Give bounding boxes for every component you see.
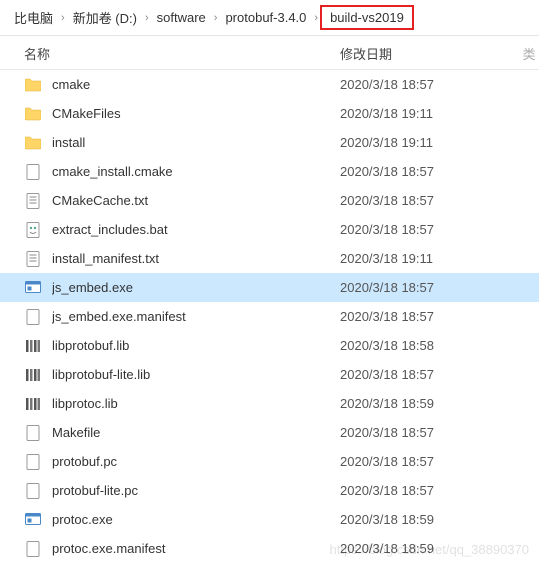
bat-icon (24, 221, 42, 239)
folder-icon (24, 134, 42, 152)
file-name: CMakeCache.txt (52, 193, 340, 208)
file-row[interactable]: js_embed.exe.manifest2020/3/18 18:57 (0, 302, 539, 331)
column-type[interactable]: 类 (519, 44, 539, 63)
file-icon (24, 453, 42, 471)
file-row[interactable]: protoc.exe2020/3/18 18:59 (0, 505, 539, 534)
file-date: 2020/3/18 18:57 (340, 483, 539, 498)
file-name: cmake_install.cmake (52, 164, 340, 179)
file-row[interactable]: install2020/3/18 19:11 (0, 128, 539, 157)
file-date: 2020/3/18 19:11 (340, 251, 539, 266)
folder-icon (24, 76, 42, 94)
breadcrumb-item[interactable]: build-vs2019 (320, 5, 414, 30)
folder-icon (24, 105, 42, 123)
file-row[interactable]: protoc.exe.manifest2020/3/18 18:59 (0, 534, 539, 563)
file-row[interactable]: install_manifest.txt2020/3/18 19:11 (0, 244, 539, 273)
file-name: js_embed.exe (52, 280, 340, 295)
file-name: Makefile (52, 425, 340, 440)
chevron-right-icon: › (59, 12, 67, 24)
column-headers: 名称 修改日期 类 (0, 36, 539, 70)
breadcrumb-item[interactable]: 新加卷 (D:) (67, 6, 143, 29)
file-date: 2020/3/18 18:57 (340, 164, 539, 179)
file-icon (24, 424, 42, 442)
file-row[interactable]: protobuf-lite.pc2020/3/18 18:57 (0, 476, 539, 505)
txt-icon (24, 192, 42, 210)
file-name: install (52, 135, 340, 150)
file-icon (24, 540, 42, 558)
file-name: protoc.exe (52, 512, 340, 527)
file-row[interactable]: Makefile2020/3/18 18:57 (0, 418, 539, 447)
file-row[interactable]: js_embed.exe2020/3/18 18:57 (0, 273, 539, 302)
file-row[interactable]: CMakeFiles2020/3/18 19:11 (0, 99, 539, 128)
chevron-right-icon: › (143, 12, 151, 24)
file-row[interactable]: libprotobuf.lib2020/3/18 18:58 (0, 331, 539, 360)
file-row[interactable]: cmake2020/3/18 18:57 (0, 70, 539, 99)
file-row[interactable]: extract_includes.bat2020/3/18 18:57 (0, 215, 539, 244)
file-name: CMakeFiles (52, 106, 340, 121)
file-icon (24, 163, 42, 181)
chevron-right-icon: › (212, 12, 220, 24)
exe-icon (24, 279, 42, 297)
file-name: libprotoc.lib (52, 396, 340, 411)
column-date[interactable]: 修改日期 (340, 44, 519, 63)
lib-icon (24, 395, 42, 413)
file-row[interactable]: CMakeCache.txt2020/3/18 18:57 (0, 186, 539, 215)
file-date: 2020/3/18 18:57 (340, 309, 539, 324)
lib-icon (24, 337, 42, 355)
breadcrumb-item[interactable]: 比电脑 (8, 6, 59, 29)
file-list: cmake2020/3/18 18:57CMakeFiles2020/3/18 … (0, 70, 539, 563)
file-name: protoc.exe.manifest (52, 541, 340, 556)
file-icon (24, 482, 42, 500)
file-name: install_manifest.txt (52, 251, 340, 266)
breadcrumb-item[interactable]: protobuf-3.4.0 (219, 8, 312, 27)
file-date: 2020/3/18 18:57 (340, 367, 539, 382)
file-row[interactable]: libprotoc.lib2020/3/18 18:59 (0, 389, 539, 418)
file-date: 2020/3/18 18:57 (340, 280, 539, 295)
lib-icon (24, 366, 42, 384)
column-name[interactable]: 名称 (0, 44, 340, 63)
file-name: js_embed.exe.manifest (52, 309, 340, 324)
file-icon (24, 308, 42, 326)
txt-icon (24, 250, 42, 268)
exe-icon (24, 511, 42, 529)
file-name: protobuf-lite.pc (52, 483, 340, 498)
file-row[interactable]: libprotobuf-lite.lib2020/3/18 18:57 (0, 360, 539, 389)
file-date: 2020/3/18 18:57 (340, 77, 539, 92)
file-name: cmake (52, 77, 340, 92)
file-date: 2020/3/18 19:11 (340, 135, 539, 150)
file-name: extract_includes.bat (52, 222, 340, 237)
file-date: 2020/3/18 18:59 (340, 512, 539, 527)
file-name: protobuf.pc (52, 454, 340, 469)
file-date: 2020/3/18 18:59 (340, 396, 539, 411)
file-row[interactable]: cmake_install.cmake2020/3/18 18:57 (0, 157, 539, 186)
file-row[interactable]: protobuf.pc2020/3/18 18:57 (0, 447, 539, 476)
file-name: libprotobuf.lib (52, 338, 340, 353)
file-date: 2020/3/18 18:57 (340, 454, 539, 469)
file-date: 2020/3/18 18:58 (340, 338, 539, 353)
breadcrumb-item[interactable]: software (151, 8, 212, 27)
chevron-right-icon: › (312, 12, 320, 24)
file-name: libprotobuf-lite.lib (52, 367, 340, 382)
file-date: 2020/3/18 18:59 (340, 541, 539, 556)
breadcrumb: 比电脑›新加卷 (D:)›software›protobuf-3.4.0›bui… (0, 0, 539, 36)
file-date: 2020/3/18 18:57 (340, 193, 539, 208)
file-date: 2020/3/18 19:11 (340, 106, 539, 121)
file-date: 2020/3/18 18:57 (340, 222, 539, 237)
file-date: 2020/3/18 18:57 (340, 425, 539, 440)
